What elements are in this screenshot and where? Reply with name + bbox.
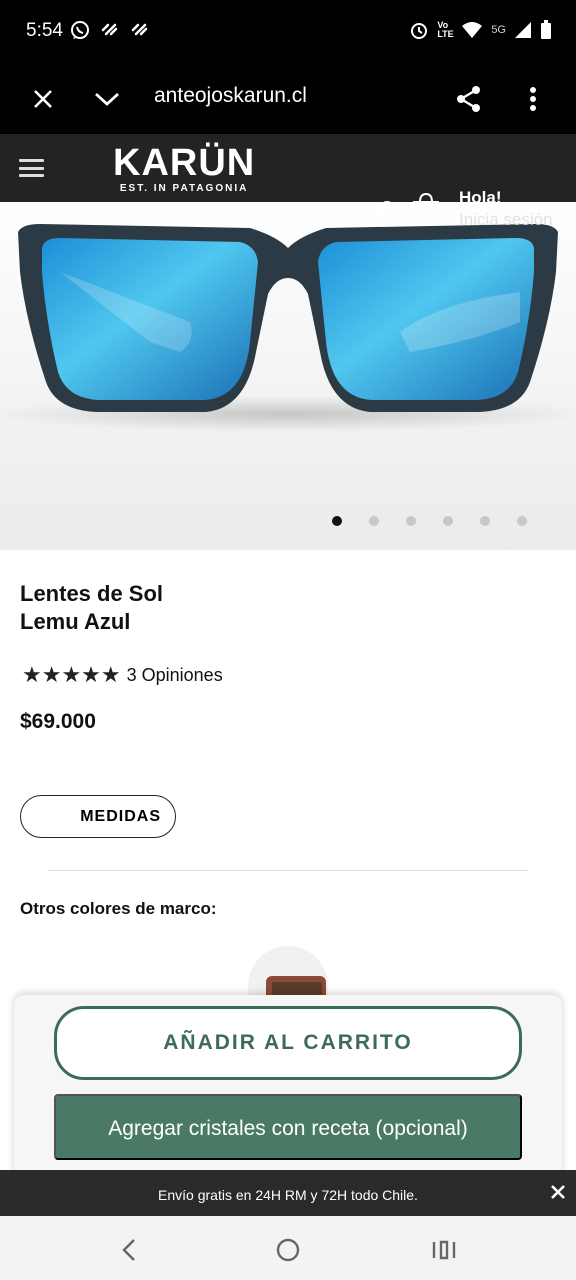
carousel-dot[interactable] bbox=[443, 516, 453, 526]
home-button[interactable] bbox=[274, 1236, 302, 1264]
back-icon bbox=[122, 1239, 135, 1261]
browser-toolbar: anteojoskarun.cl bbox=[0, 64, 576, 134]
carousel-dot[interactable] bbox=[406, 516, 416, 526]
other-colors-label: Otros colores de marco: bbox=[20, 899, 217, 918]
whatsapp-icon bbox=[71, 21, 89, 39]
carousel-dot[interactable] bbox=[517, 516, 527, 526]
product-rating[interactable]: ★★★★★ 3 Opiniones bbox=[22, 662, 223, 688]
measurements-button[interactable]: MEDIDAS bbox=[20, 795, 176, 838]
carousel-dot[interactable] bbox=[332, 516, 342, 526]
notification-icons bbox=[70, 20, 150, 40]
karun-logo[interactable]: KARÜN EST. IN PATAGONIA bbox=[113, 144, 255, 194]
carousel-dots bbox=[332, 516, 527, 526]
wifi-icon bbox=[462, 22, 483, 38]
logo-tagline: EST. IN PATAGONIA bbox=[119, 183, 249, 194]
login-link[interactable]: Inicia sesión bbox=[459, 210, 553, 230]
carousel-dot[interactable] bbox=[480, 516, 490, 526]
greeting-text: Hola! bbox=[459, 188, 502, 207]
share-button[interactable] bbox=[452, 82, 486, 116]
share-icon bbox=[457, 86, 480, 112]
add-to-cart-button[interactable]: AÑADIR AL CARRITO bbox=[54, 1006, 522, 1080]
app-notification-icon bbox=[101, 23, 118, 36]
close-icon bbox=[551, 1185, 565, 1199]
signal-icon bbox=[515, 22, 531, 38]
logo-wordmark: KARÜN bbox=[113, 142, 256, 184]
tab-options-button[interactable] bbox=[90, 82, 124, 116]
product-title-line1: Lentes de Sol bbox=[20, 581, 164, 606]
sunglasses-product-image bbox=[0, 224, 576, 432]
search-icon[interactable] bbox=[368, 200, 396, 224]
alarm-icon bbox=[411, 23, 428, 39]
product-title-line2: Lemu Azul bbox=[20, 609, 131, 634]
cart-count-badge: 0 bbox=[421, 206, 429, 222]
close-icon bbox=[34, 90, 52, 108]
recents-button[interactable] bbox=[430, 1236, 458, 1264]
product-image-carousel[interactable] bbox=[0, 202, 576, 550]
chevron-down-icon bbox=[95, 92, 119, 106]
add-prescription-lenses-button[interactable]: Agregar cristales con receta (opcional) bbox=[54, 1094, 522, 1160]
shipping-text: Envío gratis en 24H RM y 72H todo Chile. bbox=[158, 1187, 418, 1203]
close-banner-button[interactable] bbox=[546, 1180, 570, 1204]
home-icon bbox=[276, 1238, 300, 1262]
volte-indicator: Vo LTE bbox=[437, 20, 454, 39]
divider bbox=[48, 870, 528, 871]
network-type: 5G bbox=[491, 24, 506, 36]
recents-icon bbox=[432, 1240, 456, 1260]
battery-icon bbox=[541, 20, 551, 39]
carousel-dot[interactable] bbox=[369, 516, 379, 526]
hamburger-menu-icon[interactable] bbox=[19, 159, 44, 177]
url-display[interactable]: anteojoskarun.cl bbox=[154, 84, 307, 108]
product-title: Lentes de Sol Lemu Azul bbox=[20, 580, 320, 636]
star-rating-icons: ★★★★★ bbox=[22, 662, 121, 687]
more-vert-icon bbox=[530, 87, 536, 111]
close-tab-button[interactable] bbox=[26, 82, 60, 116]
browser-menu-button[interactable] bbox=[516, 82, 550, 116]
status-time: 5:54 bbox=[26, 20, 63, 41]
reviews-count[interactable]: 3 Opiniones bbox=[127, 665, 223, 686]
system-nav-bar bbox=[0, 1216, 576, 1280]
back-button[interactable] bbox=[116, 1236, 144, 1264]
status-bar: 5:54 Vo LTE 5G bbox=[0, 0, 576, 64]
product-price: $69.000 bbox=[20, 710, 96, 733]
shipping-banner: Envío gratis en 24H RM y 72H todo Chile. bbox=[0, 1170, 576, 1216]
system-icons: Vo LTE 5G bbox=[409, 20, 552, 40]
app-notification-icon bbox=[131, 23, 148, 36]
